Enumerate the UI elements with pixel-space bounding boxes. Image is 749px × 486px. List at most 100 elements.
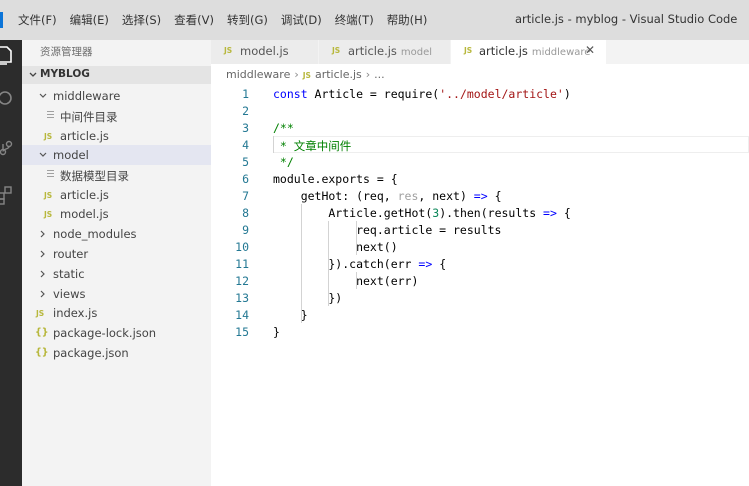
code-line: module.exports = { — [273, 172, 398, 186]
code-line: } — [273, 308, 308, 322]
tab-model-js[interactable]: JS model.js — [211, 40, 319, 64]
line-number: 12 — [235, 274, 249, 288]
tab-label: model.js — [240, 44, 289, 58]
code-line: next(err) — [273, 274, 419, 288]
code-token: Article = require( — [307, 87, 440, 101]
close-icon[interactable]: ✕ — [585, 43, 595, 57]
explorer-title: 资源管理器 — [40, 46, 93, 58]
menu-view[interactable]: 查看(V) — [174, 12, 214, 28]
js-file-icon: JS — [464, 46, 473, 55]
chevron-down-icon — [39, 152, 47, 157]
menu-help[interactable]: 帮助(H) — [387, 12, 428, 28]
code-token: { — [432, 257, 447, 271]
tab-label: article.js — [348, 44, 397, 58]
tree-file-package-lock[interactable]: {} package-lock.json — [22, 323, 211, 343]
tree-item-label: article.js — [60, 129, 109, 143]
menu-go[interactable]: 转到(G) — [227, 12, 268, 28]
code-line: */ — [273, 155, 294, 169]
tree-folder-static[interactable]: static — [22, 264, 211, 284]
js-file-icon: JS — [224, 46, 233, 55]
code-line: Article.getHot(3).then(results => { — [273, 206, 571, 220]
menu-terminal[interactable]: 终端(T) — [335, 12, 374, 28]
breadcrumb-folder[interactable]: middleware — [226, 68, 290, 81]
tree-file-model-article[interactable]: JS article.js — [22, 185, 211, 205]
workspace-name: MYBLOG — [40, 68, 90, 80]
tree-file-model-model[interactable]: JS model.js — [22, 204, 211, 224]
tree-folder-node-modules[interactable]: node_modules — [22, 224, 211, 244]
js-file-icon: JS — [332, 46, 341, 55]
tree-item-label: node_modules — [53, 227, 137, 241]
code-editor[interactable]: 1 2 3 4 5 6 7 8 9 10 11 12 13 14 15 cons… — [211, 84, 749, 486]
js-file-icon: JS — [44, 210, 53, 219]
code-token: getHot: (req, — [273, 189, 398, 203]
code-token: , next) — [418, 189, 474, 203]
source-control-icon[interactable] — [0, 134, 22, 164]
tree-item-label: model.js — [60, 207, 109, 221]
chevron-down-icon — [39, 93, 47, 98]
tree-item-label: article.js — [60, 188, 109, 202]
explorer-sidebar: 资源管理器 MYBLOG middleware 中间件目录 JS article… — [22, 40, 211, 486]
code-token: { — [556, 206, 571, 220]
menu-file[interactable]: 文件(F) — [18, 12, 57, 28]
code-line: }).catch(err => { — [273, 257, 446, 271]
tree-item-label: package.json — [53, 346, 129, 360]
line-number: 7 — [242, 189, 249, 203]
line-number: 3 — [242, 121, 249, 135]
search-icon[interactable] — [0, 84, 22, 114]
tree-item-label: 数据模型目录 — [60, 169, 129, 183]
menu-debug[interactable]: 调试(D) — [281, 12, 322, 28]
tree-file-middleware-article[interactable]: JS article.js — [22, 126, 211, 146]
tab-description: middleware — [531, 47, 591, 58]
line-number: 1 — [242, 87, 249, 101]
code-token: '../model/article' — [439, 87, 564, 101]
breadcrumb-separator: › — [294, 68, 299, 81]
tree-item-label: package-lock.json — [53, 326, 157, 340]
code-line: }) — [273, 291, 343, 305]
tree-file-index[interactable]: JS index.js — [22, 303, 211, 323]
code-line: } — [273, 325, 280, 339]
vscode-logo — [0, 12, 3, 28]
code-line: next() — [273, 240, 398, 254]
breadcrumb: middleware › JS article.js ›... — [226, 68, 385, 81]
tree-item-label: router — [53, 247, 89, 261]
code-token: ).then(results — [439, 206, 544, 220]
tree-item-label: index.js — [53, 306, 98, 320]
text-file-icon — [47, 111, 54, 120]
line-number: 11 — [235, 257, 249, 271]
code-line: * 文章中间件 — [273, 139, 352, 153]
files-icon[interactable] — [0, 40, 22, 70]
code-token: Article.getHot( — [273, 206, 433, 220]
tree-folder-router[interactable]: router — [22, 244, 211, 264]
tree-file-middleware-readme[interactable]: 中间件目录 — [22, 106, 211, 126]
workspace-section-header[interactable]: MYBLOG — [22, 66, 211, 84]
breadcrumb-file[interactable]: article.js — [315, 68, 362, 81]
menu-selection[interactable]: 选择(S) — [122, 12, 161, 28]
tree-item-label: views — [53, 287, 86, 301]
title-bar: 文件(F) 编辑(E) 选择(S) 查看(V) 转到(G) 调试(D) 终端(T… — [0, 0, 749, 40]
code-line: /** — [273, 121, 294, 135]
js-file-icon: JS — [44, 132, 53, 141]
line-number: 10 — [235, 240, 249, 254]
code-line: req.article = results — [273, 223, 502, 237]
json-file-icon: {} — [35, 327, 49, 338]
code-token: }).catch(err — [273, 257, 419, 271]
tree-item-label: static — [53, 267, 85, 281]
menu-edit[interactable]: 编辑(E) — [70, 12, 109, 28]
breadcrumb-more[interactable]: ... — [374, 68, 385, 81]
window-title: article.js - myblog - Visual Studio Code — [515, 12, 738, 26]
extensions-icon[interactable] — [0, 180, 22, 210]
tree-folder-middleware[interactable]: middleware — [22, 86, 211, 106]
line-number: 8 — [242, 206, 249, 220]
tab-article-js-model[interactable]: JS article.js model — [319, 40, 451, 64]
chevron-right-icon — [40, 290, 45, 298]
tree-folder-model[interactable]: model — [22, 145, 211, 165]
activity-bar — [0, 40, 22, 486]
tab-article-js-middleware[interactable]: JS article.js middleware ✕ — [451, 40, 607, 64]
chevron-right-icon — [40, 230, 45, 238]
tree-folder-views[interactable]: views — [22, 284, 211, 304]
code-token: => — [473, 189, 488, 203]
tree-file-package[interactable]: {} package.json — [22, 343, 211, 363]
breadcrumb-separator: › — [365, 68, 371, 81]
tab-label-group: article.js middleware — [479, 44, 590, 58]
tree-file-model-readme[interactable]: 数据模型目录 — [22, 165, 211, 185]
